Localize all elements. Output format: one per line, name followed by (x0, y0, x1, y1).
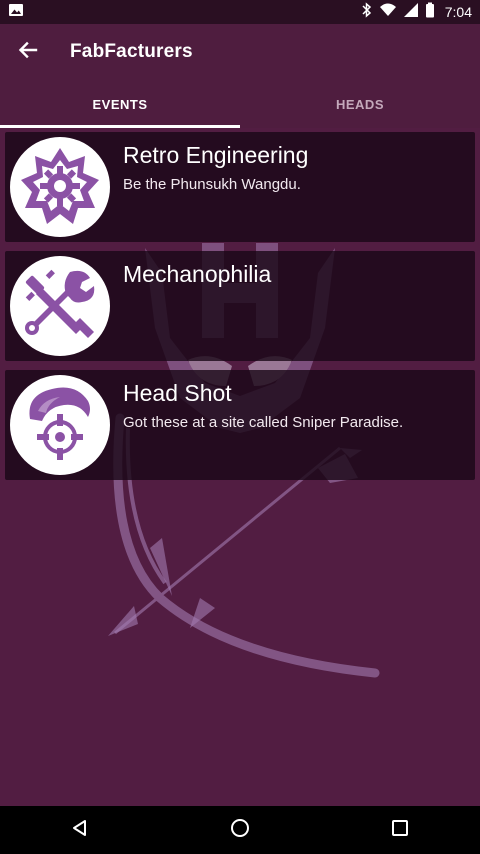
avatar (10, 256, 110, 356)
system-nav-bar (0, 806, 480, 854)
event-description: Be the Phunsukh Wangdu. (123, 176, 301, 193)
status-bar: 7:04 (0, 0, 480, 24)
app-bar: FabFacturers (0, 24, 480, 80)
wifi-icon (379, 2, 397, 23)
page-title: FabFacturers (70, 41, 193, 62)
event-title: Mechanophilia (123, 261, 272, 287)
avatar (10, 137, 110, 237)
back-triangle-icon (70, 818, 90, 843)
gear-badge-icon (17, 142, 103, 233)
nav-recents-button[interactable] (370, 806, 430, 854)
signal-icon (403, 2, 419, 23)
list-item[interactable]: Mechanophilia (5, 251, 475, 361)
crosshair-head-icon (18, 381, 102, 470)
event-description: Got these at a site called Sniper Paradi… (123, 414, 404, 431)
back-button[interactable] (0, 24, 56, 80)
image-icon (8, 2, 24, 23)
list-item[interactable]: Head Shot Got these at a site called Sni… (5, 370, 475, 480)
nav-home-button[interactable] (210, 806, 270, 854)
tab-bar: EVENTS HEADS (0, 80, 480, 128)
wrench-tools-icon (20, 264, 100, 349)
tab-events[interactable]: EVENTS (0, 80, 240, 128)
events-content[interactable]: Retro Engineering Be the Phunsukh Wangdu… (0, 128, 480, 806)
battery-icon (425, 2, 435, 23)
tab-heads[interactable]: HEADS (240, 80, 480, 128)
event-title: Head Shot (123, 380, 232, 406)
avatar (10, 375, 110, 475)
nav-back-button[interactable] (50, 806, 110, 854)
recents-square-icon (390, 818, 410, 843)
arrow-back-icon (18, 40, 38, 65)
home-circle-icon (229, 817, 251, 844)
status-time: 7:04 (444, 4, 472, 20)
event-title: Retro Engineering (123, 142, 309, 168)
list-item[interactable]: Retro Engineering Be the Phunsukh Wangdu… (5, 132, 475, 242)
bluetooth-icon (361, 1, 373, 23)
